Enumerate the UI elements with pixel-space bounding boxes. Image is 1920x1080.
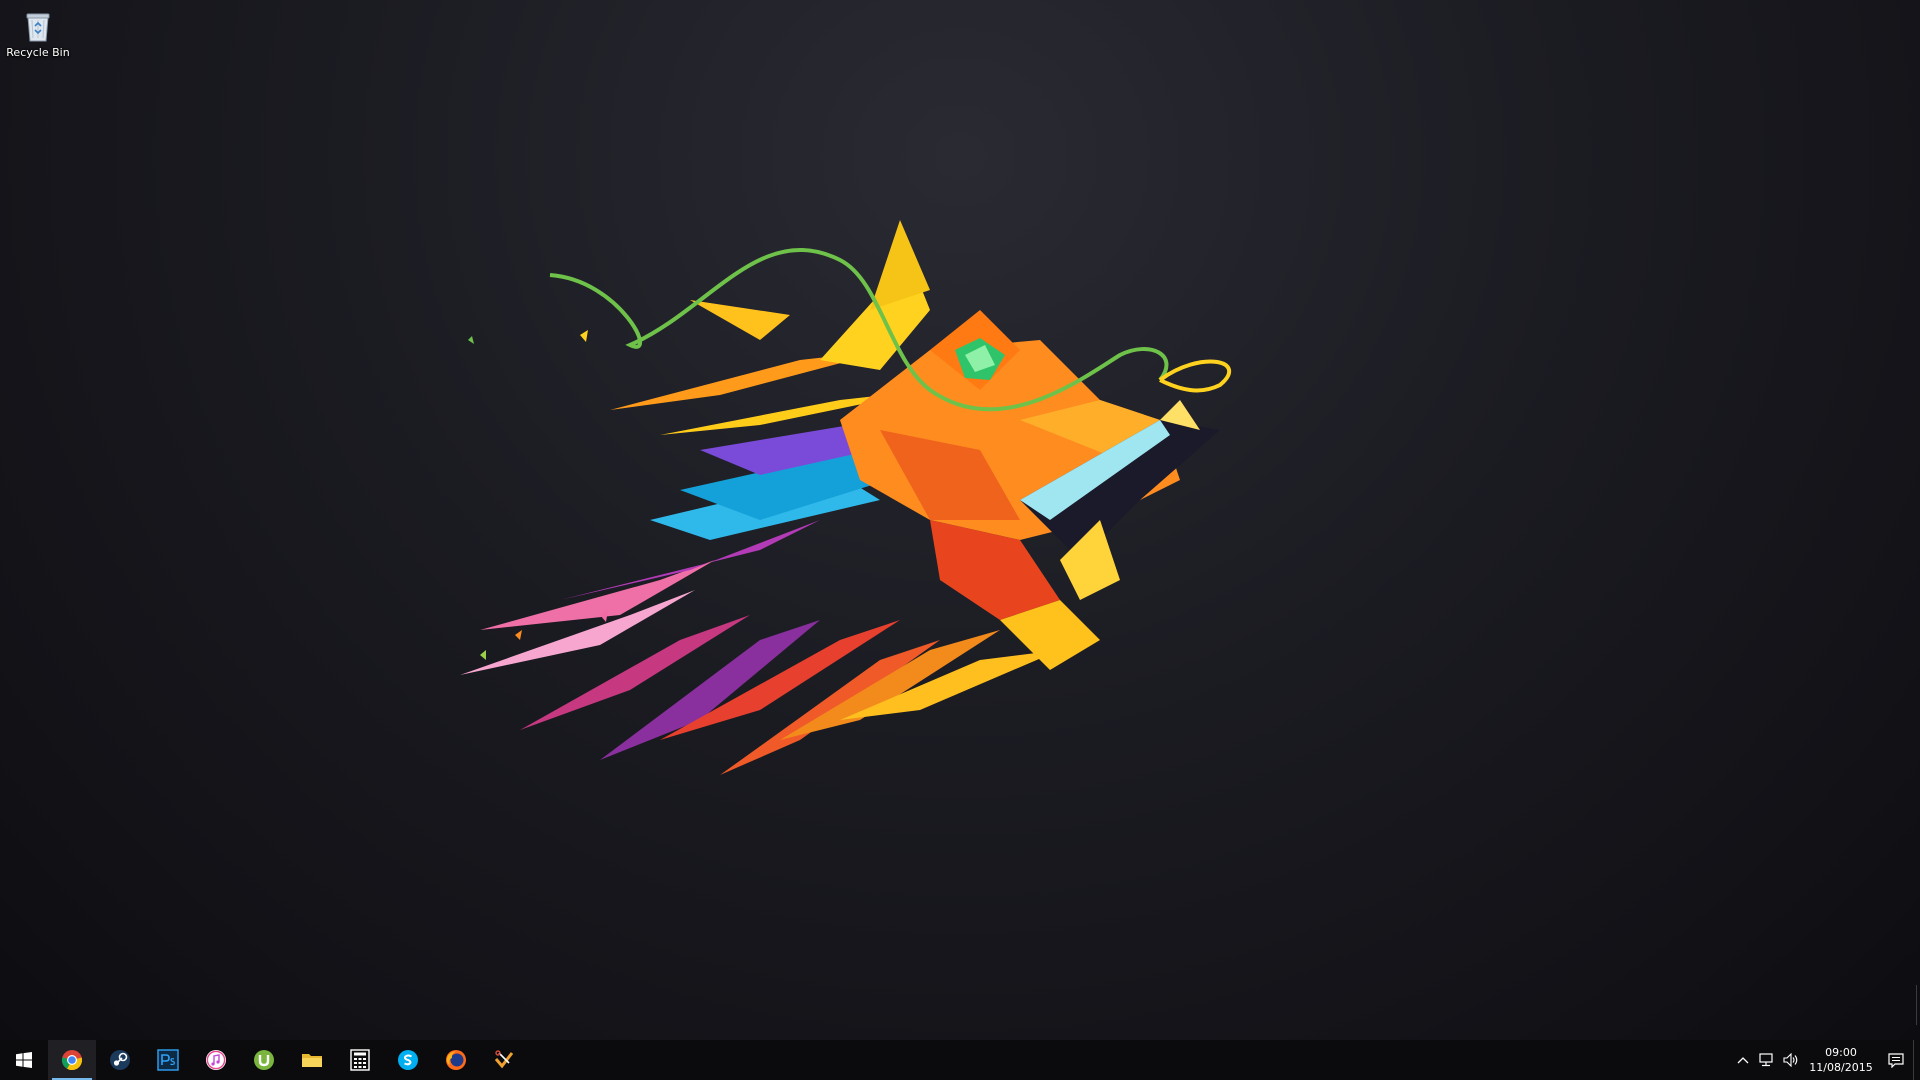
taskbar: 09:00 11/08/2015 (0, 1040, 1920, 1080)
action-center-button[interactable] (1879, 1040, 1913, 1080)
clock-time: 09:00 (1825, 1046, 1857, 1059)
taskbar-app-photoshop[interactable] (144, 1040, 192, 1080)
firefox-icon (446, 1050, 466, 1070)
photoshop-icon (157, 1049, 179, 1071)
skype-icon (398, 1050, 418, 1070)
taskbar-app-steam[interactable] (96, 1040, 144, 1080)
steam-icon (110, 1050, 130, 1070)
taskbar-clock[interactable]: 09:00 11/08/2015 (1803, 1040, 1879, 1080)
desktop-icon-recycle-bin[interactable]: Recycle Bin (4, 4, 72, 66)
clock-date: 11/08/2015 (1809, 1061, 1873, 1074)
recycle-bin-icon (26, 13, 50, 42)
volume-icon (1783, 1053, 1798, 1067)
dragon-wallpaper-image (460, 220, 1231, 775)
show-desktop-button[interactable] (1913, 1040, 1920, 1080)
taskbar-app-calculator[interactable] (336, 1040, 384, 1080)
show-hidden-icons-button[interactable] (1731, 1040, 1755, 1080)
folder-icon (302, 1054, 322, 1067)
taskbar-app-utorrent[interactable] (240, 1040, 288, 1080)
taskbar-app-firefox[interactable] (432, 1040, 480, 1080)
taskbar-app-skype[interactable] (384, 1040, 432, 1080)
windows-logo-icon (16, 1052, 32, 1068)
taskbar-app-chrome[interactable] (48, 1040, 96, 1080)
desktop-icon-label: Recycle Bin (6, 46, 70, 59)
itunes-icon (206, 1050, 226, 1070)
volume-tray-button[interactable] (1779, 1040, 1803, 1080)
action-center-icon (1888, 1053, 1904, 1068)
chrome-icon (61, 1050, 83, 1071)
start-button[interactable] (0, 1040, 48, 1080)
system-tray: 09:00 11/08/2015 (1731, 1040, 1920, 1080)
network-tray-button[interactable] (1755, 1040, 1779, 1080)
calculator-icon (350, 1049, 370, 1071)
chevron-up-icon (1737, 1057, 1749, 1064)
network-icon (1759, 1053, 1773, 1067)
taskbar-app-file-explorer[interactable] (288, 1040, 336, 1080)
desktop[interactable]: Recycle Bin (0, 0, 1920, 1040)
taskbar-app-itunes[interactable] (192, 1040, 240, 1080)
snipping-tool-icon (494, 1050, 514, 1069)
taskbar-app-snipping-tool[interactable] (480, 1040, 528, 1080)
desktop-edge-strip (1916, 985, 1920, 1025)
utorrent-icon (254, 1050, 274, 1070)
